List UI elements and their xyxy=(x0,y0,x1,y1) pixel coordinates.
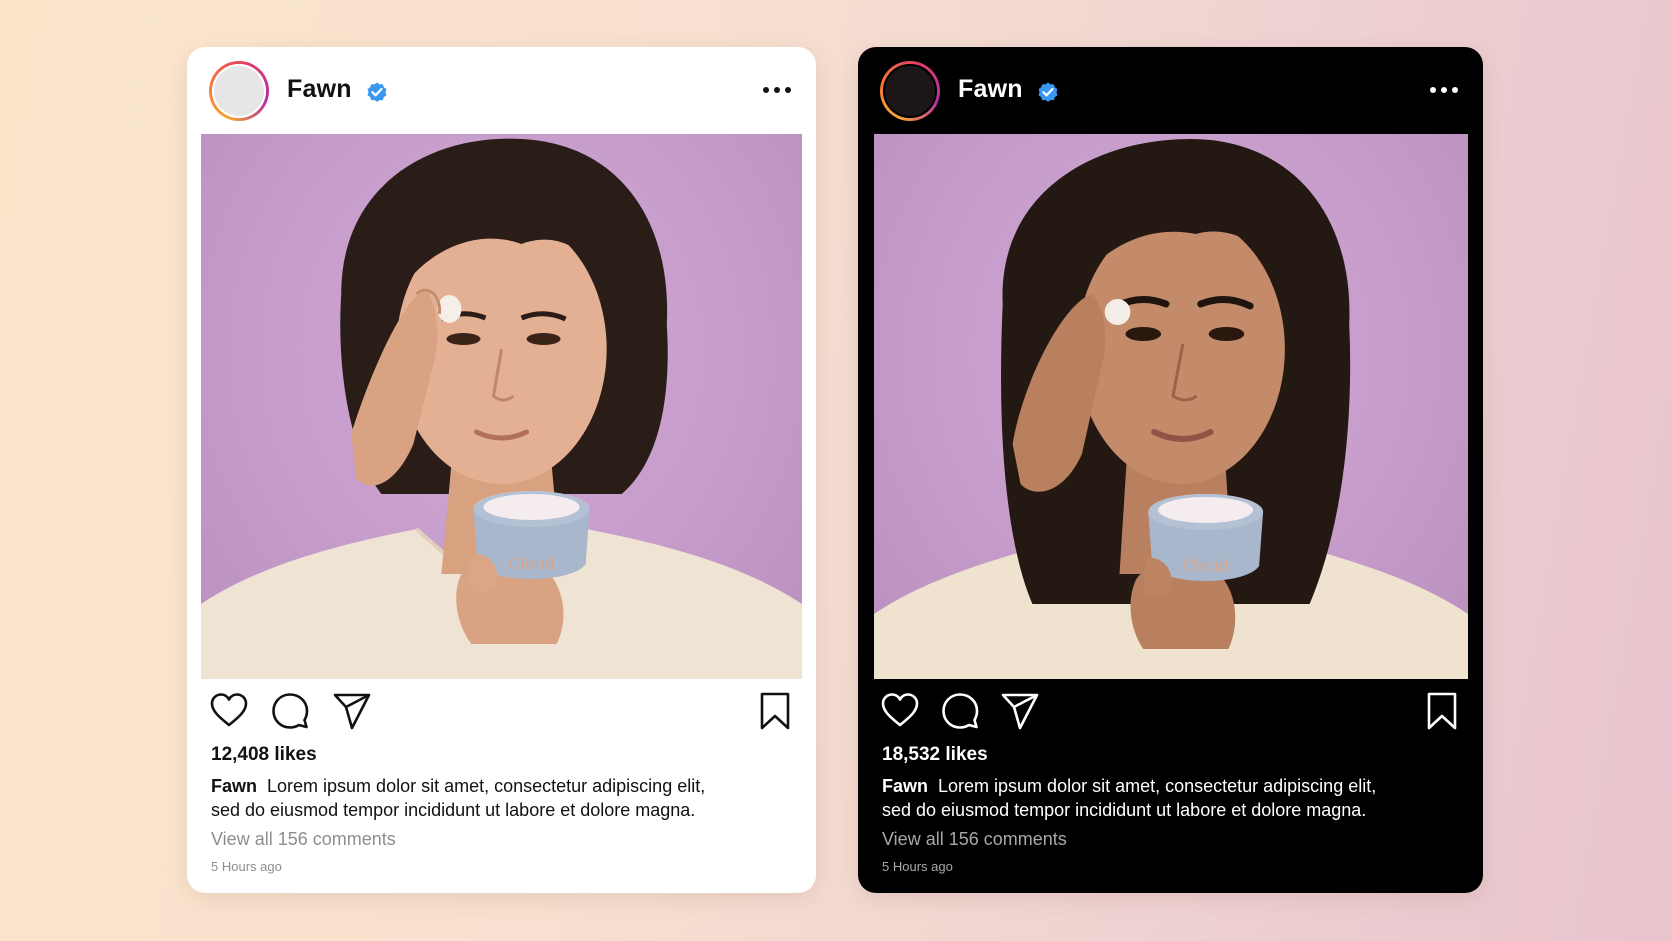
avatar[interactable] xyxy=(880,61,940,121)
avatar[interactable] xyxy=(209,61,269,121)
caption: Fawn Lorem ipsum dolor sit amet, consecte… xyxy=(882,774,1442,822)
heart-icon[interactable] xyxy=(880,691,920,731)
username[interactable]: Fawn xyxy=(958,75,1023,104)
more-options-icon[interactable] xyxy=(762,86,792,94)
bookmark-icon[interactable] xyxy=(1422,691,1462,731)
portrait-illustration: Cloud xyxy=(874,139,1468,679)
caption-text-line1: Lorem ipsum dolor sit amet, consectetur … xyxy=(938,776,1377,796)
view-comments-link[interactable]: View all 156 comments xyxy=(882,829,1067,850)
post-photo[interactable]: Cloud xyxy=(201,134,802,679)
verified-badge-icon xyxy=(1038,82,1058,102)
bookmark-icon[interactable] xyxy=(755,691,795,731)
caption-text-line1: Lorem ipsum dolor sit amet, consectetur … xyxy=(267,776,706,796)
verified-badge-icon xyxy=(367,82,387,102)
timestamp: 5 Hours ago xyxy=(882,859,953,874)
product-label: Cloud xyxy=(1182,556,1229,575)
share-icon[interactable] xyxy=(1000,691,1040,731)
avatar-image xyxy=(883,64,937,118)
comment-icon[interactable] xyxy=(940,691,980,731)
action-bar xyxy=(187,691,816,731)
heart-icon[interactable] xyxy=(209,691,249,731)
username[interactable]: Fawn xyxy=(287,75,352,104)
caption-text-line2: sed do eiusmod tempor incididunt ut labo… xyxy=(211,800,696,820)
caption-text-line2: sed do eiusmod tempor incididunt ut labo… xyxy=(882,800,1367,820)
likes-count[interactable]: 12,408 likes xyxy=(211,744,317,766)
post-photo[interactable]: Cloud xyxy=(874,134,1468,679)
caption: Fawn Lorem ipsum dolor sit amet, consecte… xyxy=(211,774,771,822)
post-header: Fawn xyxy=(187,47,816,134)
avatar-image xyxy=(212,64,266,118)
action-bar xyxy=(858,691,1483,731)
more-options-icon[interactable] xyxy=(1429,86,1459,94)
post-card-dark: Fawn Cloud 18,532 likes Fawn Lorem ipsum… xyxy=(858,47,1483,893)
share-icon[interactable] xyxy=(332,691,372,731)
likes-count[interactable]: 18,532 likes xyxy=(882,744,988,766)
caption-username[interactable]: Fawn xyxy=(211,776,257,796)
product-label: Cloud xyxy=(508,554,556,573)
portrait-illustration: Cloud xyxy=(201,138,802,679)
post-header: Fawn xyxy=(858,47,1483,134)
comment-icon[interactable] xyxy=(270,691,310,731)
timestamp: 5 Hours ago xyxy=(211,859,282,874)
view-comments-link[interactable]: View all 156 comments xyxy=(211,829,396,850)
caption-username[interactable]: Fawn xyxy=(882,776,928,796)
post-card-light: Fawn Cloud 12,408 likes Fawn Lorem ipsum… xyxy=(187,47,816,893)
